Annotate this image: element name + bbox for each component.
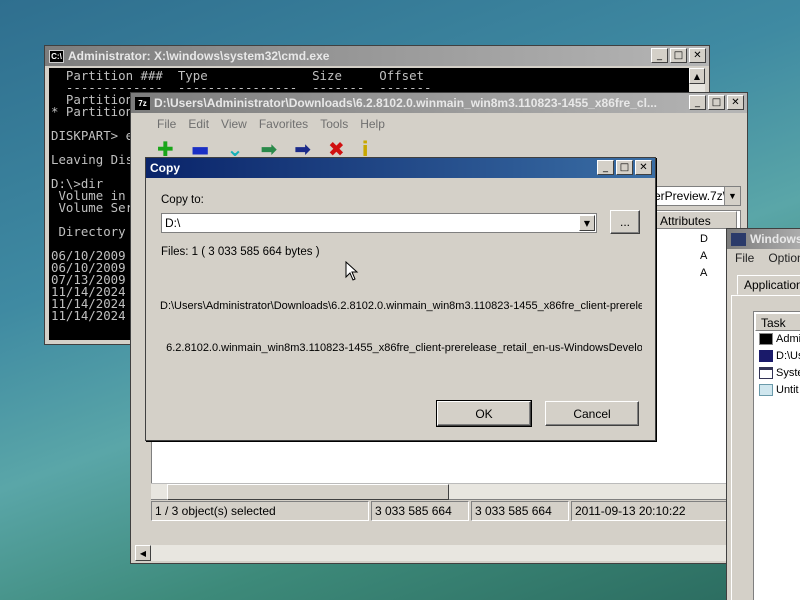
- cancel-button[interactable]: Cancel: [545, 401, 639, 426]
- menu-options[interactable]: Options: [768, 251, 800, 265]
- list-item[interactable]: Untit: [759, 384, 799, 396]
- copy-dialog-window-controls: _ □ ✕: [597, 160, 652, 175]
- maximize-icon[interactable]: □: [670, 48, 687, 63]
- sevenzip-menubar: File Edit View Favorites Tools Help: [135, 115, 743, 133]
- copy-dialog-titlebar[interactable]: Copy: [146, 158, 655, 178]
- task-manager-titlebar[interactable]: Windows: [727, 229, 800, 249]
- task-manager-app-icon: [731, 232, 746, 246]
- task-name: Syste: [776, 367, 800, 379]
- scroll-up-icon[interactable]: ▲: [689, 68, 705, 84]
- task-manager-window[interactable]: Windows File Options Applications Task A…: [726, 228, 800, 600]
- scroll-left-icon[interactable]: ◀: [135, 545, 151, 561]
- menu-edit[interactable]: Edit: [188, 117, 209, 131]
- minimize-icon[interactable]: _: [597, 160, 614, 175]
- minimize-icon[interactable]: _: [651, 48, 668, 63]
- ok-button[interactable]: OK: [436, 400, 532, 427]
- sevenzip-icon: [759, 350, 773, 362]
- column-header-task[interactable]: Task: [755, 313, 800, 331]
- cmd-icon: [759, 333, 773, 345]
- sevenzip-app-icon: 7z: [135, 96, 150, 110]
- column-header-attributes[interactable]: Attributes: [655, 211, 737, 229]
- file-list-horizontal-scrollbar[interactable]: [151, 483, 741, 500]
- task-manager-title: Windows: [750, 232, 800, 246]
- sevenzip-title: D:\Users\Administrator\Downloads\6.2.810…: [154, 96, 657, 110]
- archive-path-value: erPreview.7z\: [654, 189, 727, 203]
- maximize-icon[interactable]: □: [708, 95, 725, 110]
- source-path: D:\Users\Administrator\Downloads\6.2.810…: [160, 271, 642, 383]
- tab-applications[interactable]: Applications: [737, 275, 800, 295]
- mouse-pointer-icon: [345, 261, 359, 281]
- copy-dialog[interactable]: Copy _ □ ✕ Copy to: D:\ ▼ ... Files: 1 (…: [145, 157, 656, 441]
- list-item-attribute[interactable]: D: [700, 233, 708, 245]
- list-item[interactable]: D:\Us: [759, 350, 800, 362]
- task-manager-menubar: File Options: [735, 251, 800, 265]
- close-icon[interactable]: ✕: [689, 48, 706, 63]
- copy-dialog-title: Copy: [150, 161, 180, 175]
- sevenzip-window-controls: _ □ ✕: [689, 95, 744, 110]
- maximize-icon[interactable]: □: [616, 160, 633, 175]
- task-name: Untit: [776, 384, 799, 396]
- menu-tools[interactable]: Tools: [320, 117, 348, 131]
- menu-favorites[interactable]: Favorites: [259, 117, 308, 131]
- status-modified: 2011-09-13 20:10:22: [571, 501, 731, 521]
- menu-help[interactable]: Help: [360, 117, 385, 131]
- window-icon: [759, 367, 773, 379]
- files-info: Files: 1 ( 3 033 585 664 bytes ): [161, 246, 320, 258]
- cmd-app-icon: C:\: [49, 49, 64, 63]
- close-icon[interactable]: ✕: [727, 95, 744, 110]
- copy-to-label: Copy to:: [161, 194, 204, 206]
- cmd-titlebar[interactable]: C:\ Administrator: X:\windows\system32\c…: [45, 46, 709, 66]
- scroll-thumb[interactable]: [167, 484, 449, 500]
- close-icon[interactable]: ✕: [635, 160, 652, 175]
- task-name: Admi: [776, 333, 800, 345]
- list-item-attribute[interactable]: A: [700, 250, 707, 262]
- minimize-icon[interactable]: _: [689, 95, 706, 110]
- source-path-line1: D:\Users\Administrator\Downloads\6.2.810…: [160, 300, 642, 312]
- list-item[interactable]: Admi: [759, 333, 800, 345]
- sevenzip-titlebar[interactable]: 7z D:\Users\Administrator\Downloads\6.2.…: [131, 93, 747, 113]
- chevron-down-icon[interactable]: ▼: [579, 215, 595, 231]
- cmd-window-controls: _ □ ✕: [651, 48, 706, 63]
- cmd-title: Administrator: X:\windows\system32\cmd.e…: [68, 49, 330, 63]
- browse-button[interactable]: ...: [610, 210, 640, 234]
- task-name: D:\Us: [776, 350, 800, 362]
- archive-path-combo[interactable]: erPreview.7z\ ▼: [651, 186, 741, 206]
- status-size: 3 033 585 664: [371, 501, 469, 521]
- list-item[interactable]: Syste: [759, 367, 800, 379]
- status-packed-size: 3 033 585 664: [471, 501, 569, 521]
- list-item-attribute[interactable]: A: [700, 267, 707, 279]
- destination-combo[interactable]: D:\ ▼: [161, 213, 597, 233]
- notepad-icon: [759, 384, 773, 396]
- destination-value: D:\: [165, 216, 181, 230]
- menu-file[interactable]: File: [735, 251, 754, 265]
- source-path-line2: 6.2.8102.0.winmain_win8m3.110823-1455_x8…: [166, 342, 642, 354]
- bottom-scrollbar[interactable]: ◀ ▶: [135, 545, 745, 561]
- menu-view[interactable]: View: [221, 117, 247, 131]
- chevron-down-icon[interactable]: ▼: [724, 187, 740, 205]
- status-selected: 1 / 3 object(s) selected: [151, 501, 369, 521]
- menu-file[interactable]: File: [157, 117, 176, 131]
- status-bar: 1 / 3 object(s) selected 3 033 585 664 3…: [151, 501, 731, 521]
